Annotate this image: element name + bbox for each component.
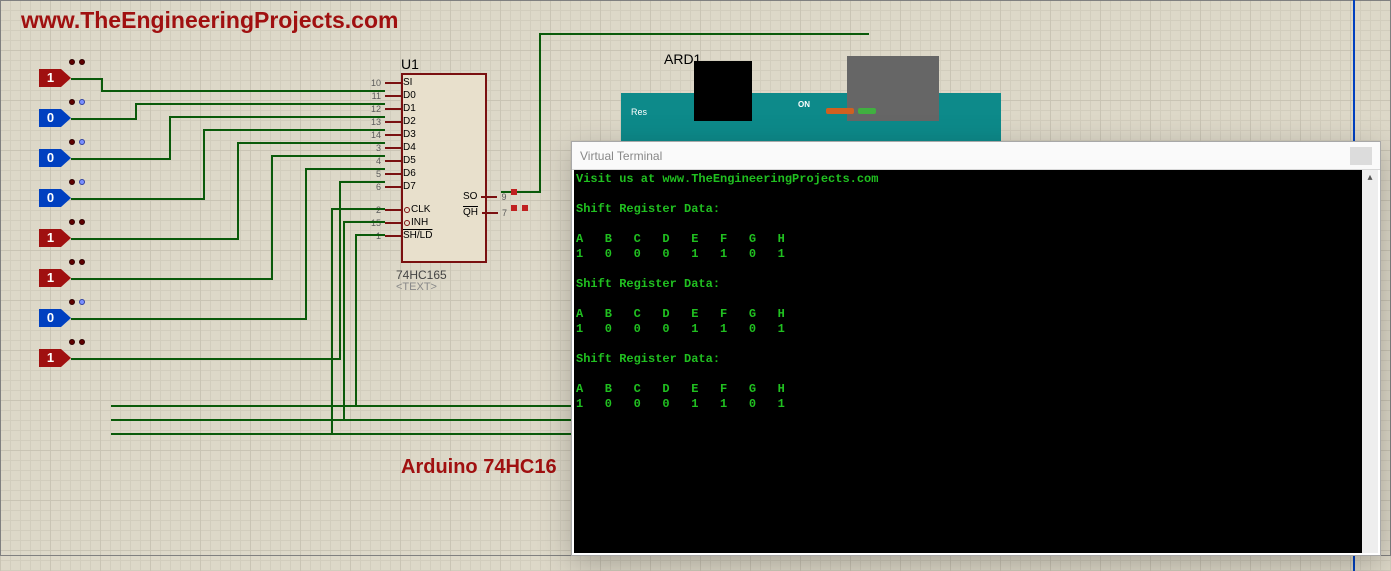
website-url: www.TheEngineeringProjects.com [21, 7, 398, 34]
logic-state-4[interactable]: 1 [39, 229, 61, 247]
wire [71, 158, 169, 160]
logic-state-5[interactable]: 1 [39, 269, 61, 287]
wire [169, 116, 171, 160]
wire [71, 278, 271, 280]
pin-si: 10SI [363, 77, 412, 88]
arduino-on-label: ON [798, 100, 810, 109]
wire [169, 116, 385, 118]
wire [111, 433, 571, 435]
virtual-terminal-window[interactable]: Virtual Terminal Visit us at www.TheEngi… [571, 141, 1381, 556]
probe-leds-4 [69, 219, 85, 225]
wire [71, 238, 237, 240]
logic-state-1[interactable]: 0 [39, 109, 61, 127]
chip-text-placeholder: <TEXT> [396, 281, 437, 293]
wire [305, 168, 385, 170]
wire [101, 90, 385, 92]
logic-state-6[interactable]: 0 [39, 309, 61, 327]
wire [539, 33, 541, 193]
wire [111, 419, 571, 421]
terminal-titlebar[interactable]: Virtual Terminal [572, 142, 1380, 170]
chip-part-label: 74HC165 [396, 268, 447, 282]
terminal-scrollbar[interactable]: ▴ [1362, 170, 1378, 553]
terminal-title: Virtual Terminal [580, 149, 662, 163]
wire [331, 208, 333, 433]
scroll-up-icon[interactable]: ▴ [1362, 170, 1378, 186]
probe-leds-0 [69, 59, 85, 65]
wire [305, 168, 307, 320]
terminal-output[interactable]: Visit us at www.TheEngineeringProjects.c… [574, 170, 1362, 553]
arduino-usb-connector [694, 61, 752, 121]
pin-qh: QH7 [463, 207, 516, 218]
wire [331, 208, 385, 210]
wire [71, 358, 339, 360]
probe-leds-5 [69, 259, 85, 265]
wire [237, 142, 385, 144]
wire [343, 221, 385, 223]
arduino-led-orange [826, 108, 854, 114]
wire [271, 155, 273, 280]
arduino-board[interactable] [621, 93, 1001, 143]
wire [271, 155, 385, 157]
project-title: Arduino 74HC16 [401, 456, 557, 479]
wire [339, 181, 385, 183]
node-so [511, 189, 517, 195]
probe-leds-6 [69, 299, 85, 305]
wire [539, 33, 869, 35]
wire [355, 234, 357, 405]
node-qh [511, 205, 517, 211]
probe-leds-3 [69, 179, 85, 185]
wire [71, 118, 135, 120]
probe-leds-1 [69, 99, 85, 105]
wire [203, 129, 385, 131]
wire [135, 103, 137, 120]
logic-state-0[interactable]: 1 [39, 69, 61, 87]
wire [343, 221, 345, 419]
node-qh-2 [522, 205, 528, 211]
probe-leds-2 [69, 139, 85, 145]
wire [111, 405, 571, 407]
close-icon[interactable] [1350, 147, 1372, 165]
arduino-led-green [858, 108, 876, 114]
wire [71, 198, 203, 200]
wire [501, 191, 541, 193]
chip-ref-label: U1 [401, 56, 419, 72]
arduino-reset-label: Res [631, 107, 647, 117]
wire [237, 142, 239, 240]
wire [71, 78, 101, 80]
logic-state-2[interactable]: 0 [39, 149, 61, 167]
logic-state-7[interactable]: 1 [39, 349, 61, 367]
logic-state-3[interactable]: 0 [39, 189, 61, 207]
wire [355, 234, 385, 236]
probe-leds-7 [69, 339, 85, 345]
wire [135, 103, 385, 105]
wire [203, 129, 205, 200]
wire [71, 318, 305, 320]
